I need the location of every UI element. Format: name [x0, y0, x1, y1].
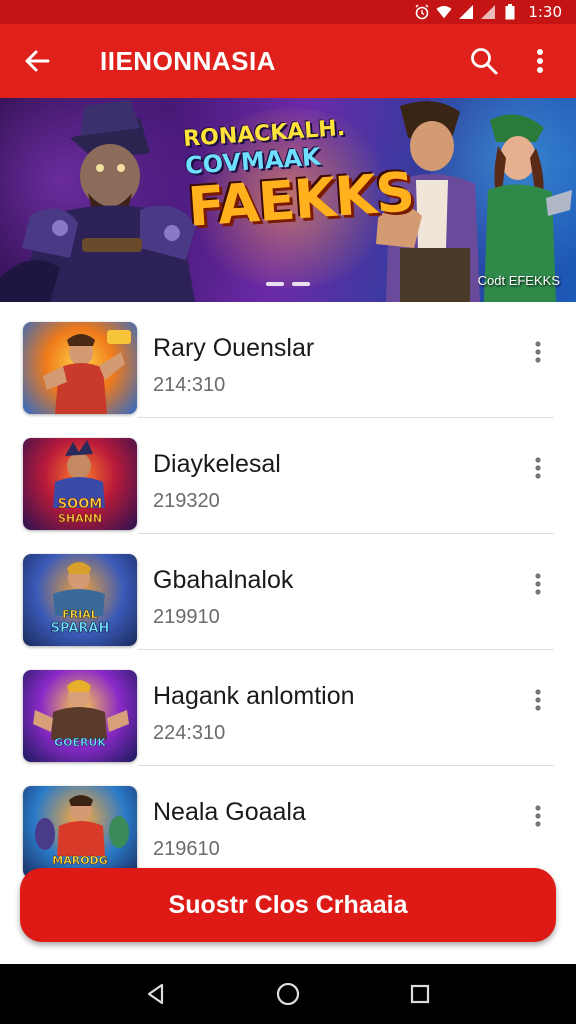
app-bar: IIENONNASIA — [0, 24, 576, 98]
carousel-indicator[interactable] — [266, 282, 310, 286]
svg-text:GOERUK: GOERUK — [54, 736, 106, 749]
villain-character-image — [0, 100, 196, 302]
signal-icon — [480, 4, 496, 20]
search-button[interactable] — [456, 24, 512, 98]
item-overflow-button[interactable] — [522, 680, 554, 720]
search-icon — [471, 48, 498, 75]
system-navigation-bar — [0, 964, 576, 1024]
more-vert-icon — [535, 573, 541, 595]
game-thumbnail — [23, 322, 137, 414]
more-vert-icon — [535, 457, 541, 479]
banner-headline: RONACKALH. COVMAAK FAEKKS — [182, 113, 416, 239]
game-title: Neala Goaala — [153, 798, 306, 826]
game-meta: 219610 — [153, 838, 220, 860]
status-bar: 1:30 — [0, 0, 576, 24]
arrow-back-icon — [25, 50, 50, 72]
status-time: 1:30 — [528, 3, 562, 21]
svg-text:SHANN: SHANN — [58, 512, 102, 525]
featured-banner[interactable]: RONACKALH. COVMAAK FAEKKS Codt EFEKKS — [0, 98, 576, 302]
carousel-dot[interactable] — [266, 282, 284, 286]
back-button[interactable] — [0, 24, 74, 98]
nav-recents-button[interactable] — [400, 974, 440, 1014]
more-vert-icon — [537, 49, 543, 73]
battery-icon — [502, 4, 518, 20]
item-overflow-button[interactable] — [522, 564, 554, 604]
banner-caption: Codt EFEKKS — [477, 273, 560, 288]
game-meta: 219910 — [153, 606, 220, 628]
game-thumbnail: MARODG — [23, 786, 137, 878]
game-thumbnail: GOERUK — [23, 670, 137, 762]
signal-icon — [458, 4, 474, 20]
carousel-dot[interactable] — [292, 282, 310, 286]
svg-text:SPARAH: SPARAH — [51, 621, 110, 636]
game-title: Hagank anlomtion — [153, 682, 355, 710]
game-meta: 214:310 — [153, 374, 226, 396]
list-item[interactable]: Rary Ouenslar 214:310 — [0, 302, 576, 418]
svg-text:SOOM: SOOM — [58, 497, 102, 512]
nav-home-button[interactable] — [268, 974, 308, 1014]
list-item[interactable]: MARODG Neala Goaala 219610 — [0, 766, 576, 882]
game-thumbnail: FRIAL SPARAH — [23, 554, 137, 646]
svg-text:FRIAL: FRIAL — [62, 608, 98, 621]
game-title: Rary Ouenslar — [153, 334, 315, 362]
game-title: Diaykelesal — [153, 450, 281, 478]
game-title: Gbahalnalok — [153, 566, 294, 594]
recents-square-icon — [410, 984, 430, 1004]
back-triangle-icon — [147, 983, 164, 1005]
home-circle-icon — [276, 982, 300, 1006]
primary-action-button[interactable]: Suostr Clos Crhaaia — [20, 868, 556, 942]
more-vert-icon — [535, 689, 541, 711]
svg-text:MARODG: MARODG — [52, 854, 107, 867]
game-meta: 224:310 — [153, 722, 226, 744]
alarm-icon — [414, 4, 430, 20]
list-item[interactable]: SOOM SHANN Diaykelesal 219320 — [0, 418, 576, 534]
list-item[interactable]: GOERUK Hagank anlomtion 224:310 — [0, 650, 576, 766]
more-vert-icon — [535, 341, 541, 363]
nav-back-button[interactable] — [136, 974, 176, 1014]
item-overflow-button[interactable] — [522, 332, 554, 372]
wifi-icon — [436, 4, 452, 20]
overflow-menu-button[interactable] — [512, 24, 568, 98]
item-overflow-button[interactable] — [522, 448, 554, 488]
game-thumbnail: SOOM SHANN — [23, 438, 137, 530]
item-overflow-button[interactable] — [522, 796, 554, 836]
more-vert-icon — [535, 805, 541, 827]
page-title: IIENONNASIA — [100, 45, 276, 76]
list-item[interactable]: FRIAL SPARAH Gbahalnalok 219910 — [0, 534, 576, 650]
game-meta: 219320 — [153, 490, 220, 512]
banner-headline-line3: FAEKKS — [185, 160, 416, 239]
